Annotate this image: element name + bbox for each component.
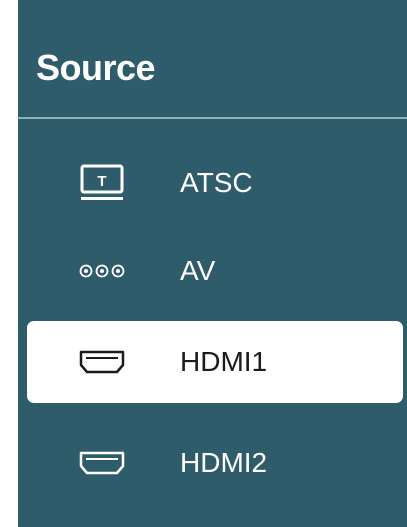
source-item-hdmi1[interactable]: HDMI1 [27,321,403,403]
source-item-label: HDMI1 [180,346,268,377]
tv-antenna-icon: T [73,163,131,203]
source-item-atsc[interactable]: T ATSC [18,142,390,224]
source-item-label: AV [180,255,216,286]
source-item-hdmi2[interactable]: HDMI2 [18,422,390,504]
source-item-av[interactable]: AV [18,230,390,312]
hdmi-port-icon [73,342,131,382]
svg-text:T: T [97,173,106,190]
av-jack-icon [73,251,131,291]
source-item-label: HDMI2 [180,447,268,478]
title-divider [18,117,407,119]
menu-title: Source [36,47,156,88]
source-item-label: ATSC [180,167,253,198]
hdmi-port-icon [73,443,131,483]
source-menu-panel: Source T ATSC AV HDMI1 HDMI2 [18,0,407,527]
